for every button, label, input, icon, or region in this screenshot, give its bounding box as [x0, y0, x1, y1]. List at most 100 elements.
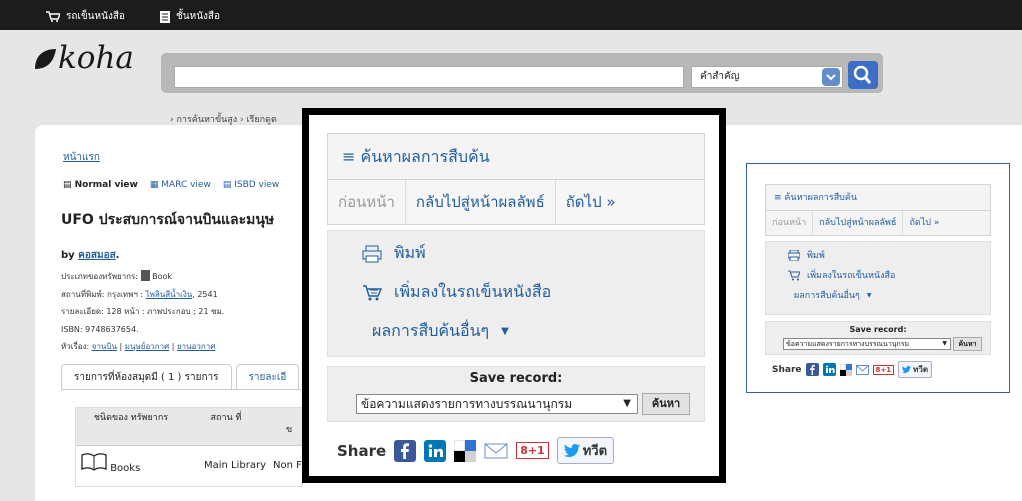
delicious-icon[interactable] [839, 363, 852, 376]
zoomed-sidebar-callout: ≡ ค้นหาผลการสืบค้น ก่อนหน้า กลับไปสู่หน้… [302, 108, 726, 483]
save-format-select[interactable]: ข้อความแสดงรายการทางบรรณนานุกรม ▼ [356, 394, 638, 414]
top-bar: รถเข็นหนังสือ ชั้นหนังสือ [0, 0, 1022, 30]
isbn-row: ISBN: 9748637654. [61, 324, 139, 334]
tab-divider [61, 389, 301, 390]
more-searches-action[interactable]: ผลการสืบค้นอื่นๆ ▼ [372, 319, 509, 344]
more-searches-action-small[interactable]: ผลการสืบค้นอื่นๆ ▼ [794, 288, 872, 302]
collection-cell: Non F [273, 460, 302, 471]
linkedin-icon[interactable] [822, 363, 836, 376]
back-to-results-link[interactable]: กลับไปสู่หน้าผลลัพธ์ [406, 180, 556, 224]
tab-details[interactable]: รายละเอี [235, 364, 300, 390]
share-row: Share 8+1 ทวีต [337, 437, 615, 464]
print-action[interactable]: พิมพ์ [362, 241, 426, 266]
email-icon[interactable] [484, 442, 508, 460]
material-type-row: ประเภทของทรัพยากร: Book [61, 270, 173, 281]
printer-icon [362, 245, 382, 262]
next-link-small[interactable]: ถัดไป » [903, 211, 945, 235]
google-plus-button[interactable]: 8+1 [516, 442, 549, 459]
cart-icon [788, 270, 800, 280]
save-go-button[interactable]: ค้นหา [642, 393, 690, 415]
facebook-icon[interactable] [805, 363, 819, 376]
caret-down-icon: ▼ [866, 291, 872, 299]
next-link[interactable]: ถัดไป » [556, 180, 626, 224]
koha-logo[interactable]: koha [32, 40, 134, 76]
subject-link[interactable]: ยานอวกาศ [177, 342, 215, 351]
publisher-link[interactable]: ไพลินสีน้ำเงิน [146, 290, 193, 299]
description-row: รายละเอียด: 128 หน้า : ภาพประกอบ ; 21 ซม… [61, 307, 225, 316]
google-plus-button[interactable]: 8+1 [872, 364, 895, 375]
results-navigation: ก่อนหน้า กลับไปสู่หน้าผลลัพธ์ ถัดไป » [328, 180, 704, 224]
save-record-box-small: Save record: ข้อความแสดงรายการทางบรรณนาน… [765, 321, 991, 355]
add-to-cart-action[interactable]: เพิ่มลงในรถเข็นหนังสือ [362, 280, 551, 305]
twitter-icon [563, 444, 580, 457]
caret-down-icon: ▼ [623, 398, 631, 409]
marc-view-tab[interactable]: ▦ MARC view [150, 180, 211, 190]
results-navigation-small: ก่อนหน้า กลับไปสู่หน้าผลลัพธ์ ถัดไป » [766, 211, 990, 235]
back-to-results-link-small[interactable]: กลับไปสู่หน้าผลลัพธ์ [813, 211, 904, 235]
cart-icon [363, 284, 382, 300]
share-label: Share [337, 441, 387, 460]
book-type-icon [140, 270, 150, 281]
subject-link[interactable]: จานบิน [92, 342, 117, 351]
view-tabs: ▤ Normal view ▦ MARC view ▤ ISBD view [63, 180, 279, 190]
subjects-row: หัวเรื่อง: จานบิน | มนุษย์อวกาศ | ยานอวก… [61, 342, 216, 351]
chevron-down-icon [822, 68, 840, 86]
email-icon[interactable] [855, 364, 869, 375]
search-sublinks[interactable]: › การค้นหาขั้นสูง › เรียกดูต [170, 112, 277, 126]
twitter-icon [902, 366, 912, 373]
record-tabs: รายการที่ห้องสมุดมี ( 1 ) รายการ รายละเอ… [61, 364, 300, 390]
isbd-view-tab[interactable]: ▤ ISBD view [223, 180, 279, 190]
search-type-select[interactable]: คำสำคัญ [691, 66, 843, 88]
save-record-box: Save record: ข้อความแสดงรายการทางบรรณนาน… [327, 366, 705, 422]
item-type-cell: Books [81, 453, 166, 474]
browse-results-box: ≡ ค้นหาผลการสืบค้น ก่อนหน้า กลับไปสู่หน้… [327, 133, 705, 225]
normal-view-tab[interactable]: ▤ Normal view [63, 180, 138, 190]
previous-link-small[interactable]: ก่อนหน้า [766, 211, 814, 235]
save-go-button-small[interactable]: ค้นหา [953, 337, 982, 351]
column-header-type[interactable]: ชนิดของ ทรัพยากร [86, 413, 176, 424]
lists-label: ชั้นหนังสือ [176, 11, 221, 22]
book-icon [81, 453, 107, 471]
list-icon [160, 10, 170, 23]
tweet-button[interactable]: ทวีต [898, 361, 933, 378]
original-sidebar-panel: ≡ ค้นหาผลการสืบค้น ก่อนหน้า กลับไปสู่หน้… [746, 163, 1010, 393]
caret-down-icon: ▼ [942, 340, 947, 347]
holdings-table: ชนิดของ ทรัพยากร สถาน ที่ ข Books Main L… [75, 407, 304, 487]
column-header-collection[interactable]: ข [286, 422, 292, 436]
search-button[interactable] [848, 61, 878, 89]
delicious-icon[interactable] [454, 439, 477, 462]
share-row-small: Share 8+1 ทวีต [772, 361, 933, 378]
cart-icon [46, 11, 60, 22]
author-link[interactable]: คอสมอส [78, 250, 116, 261]
cart-link[interactable]: รถเข็นหนังสือ [46, 9, 125, 24]
search-icon [853, 65, 872, 84]
save-record-label: Save record: [469, 371, 563, 386]
previous-link[interactable]: ก่อนหน้า [328, 180, 406, 224]
column-header-location[interactable]: สถาน ที่ [201, 413, 251, 424]
tweet-button[interactable]: ทวีต [556, 437, 615, 464]
caret-down-icon: ▼ [501, 326, 509, 337]
save-record-label-small: Save record: [849, 325, 907, 334]
publisher-row: สถานที่พิมพ์: กรุงเทพฯ : ไพลินสีน้ำเงิน,… [61, 289, 218, 299]
browse-results-heading-small: ≡ ค้นหาผลการสืบค้น [766, 185, 990, 211]
lists-link[interactable]: ชั้นหนังสือ [160, 9, 220, 24]
browse-results-heading: ≡ ค้นหาผลการสืบค้น [328, 134, 704, 180]
search-type-value: คำสำคัญ [700, 71, 740, 82]
facebook-icon[interactable] [394, 439, 417, 462]
cart-label: รถเข็นหนังสือ [66, 11, 125, 22]
linkedin-icon[interactable] [424, 439, 447, 462]
printer-icon [788, 249, 800, 261]
record-title: UFO ประสบการณ์จานบินและมนุษ [61, 212, 275, 228]
table-header: ชนิดของ ทรัพยากร สถาน ที่ ข [76, 408, 304, 446]
actions-box-small: พิมพ์ เพิ่มลงในรถเข็นหนังสือ ผลการสืบค้น… [765, 241, 991, 315]
save-format-select-small[interactable]: ข้อความแสดงรายการทางบรรณนานุกรม ▼ [783, 338, 951, 350]
actions-box: พิมพ์ เพิ่มลงในรถเข็นหนังสือ ผลการสืบค้น… [327, 230, 705, 357]
record-metadata: ประเภทของทรัพยากร: Book สถานที่พิมพ์: กร… [61, 268, 224, 356]
breadcrumb-home[interactable]: หน้าแรก [63, 150, 100, 165]
record-author: by คอสมอส. [61, 250, 120, 261]
add-to-cart-action-small[interactable]: เพิ่มลงในรถเข็นหนังสือ [788, 268, 895, 282]
search-input[interactable] [174, 66, 684, 88]
print-action-small[interactable]: พิมพ์ [788, 248, 825, 262]
subject-link[interactable]: มนุษย์อวกาศ [125, 342, 169, 351]
tab-holdings[interactable]: รายการที่ห้องสมุดมี ( 1 ) รายการ [61, 364, 232, 390]
